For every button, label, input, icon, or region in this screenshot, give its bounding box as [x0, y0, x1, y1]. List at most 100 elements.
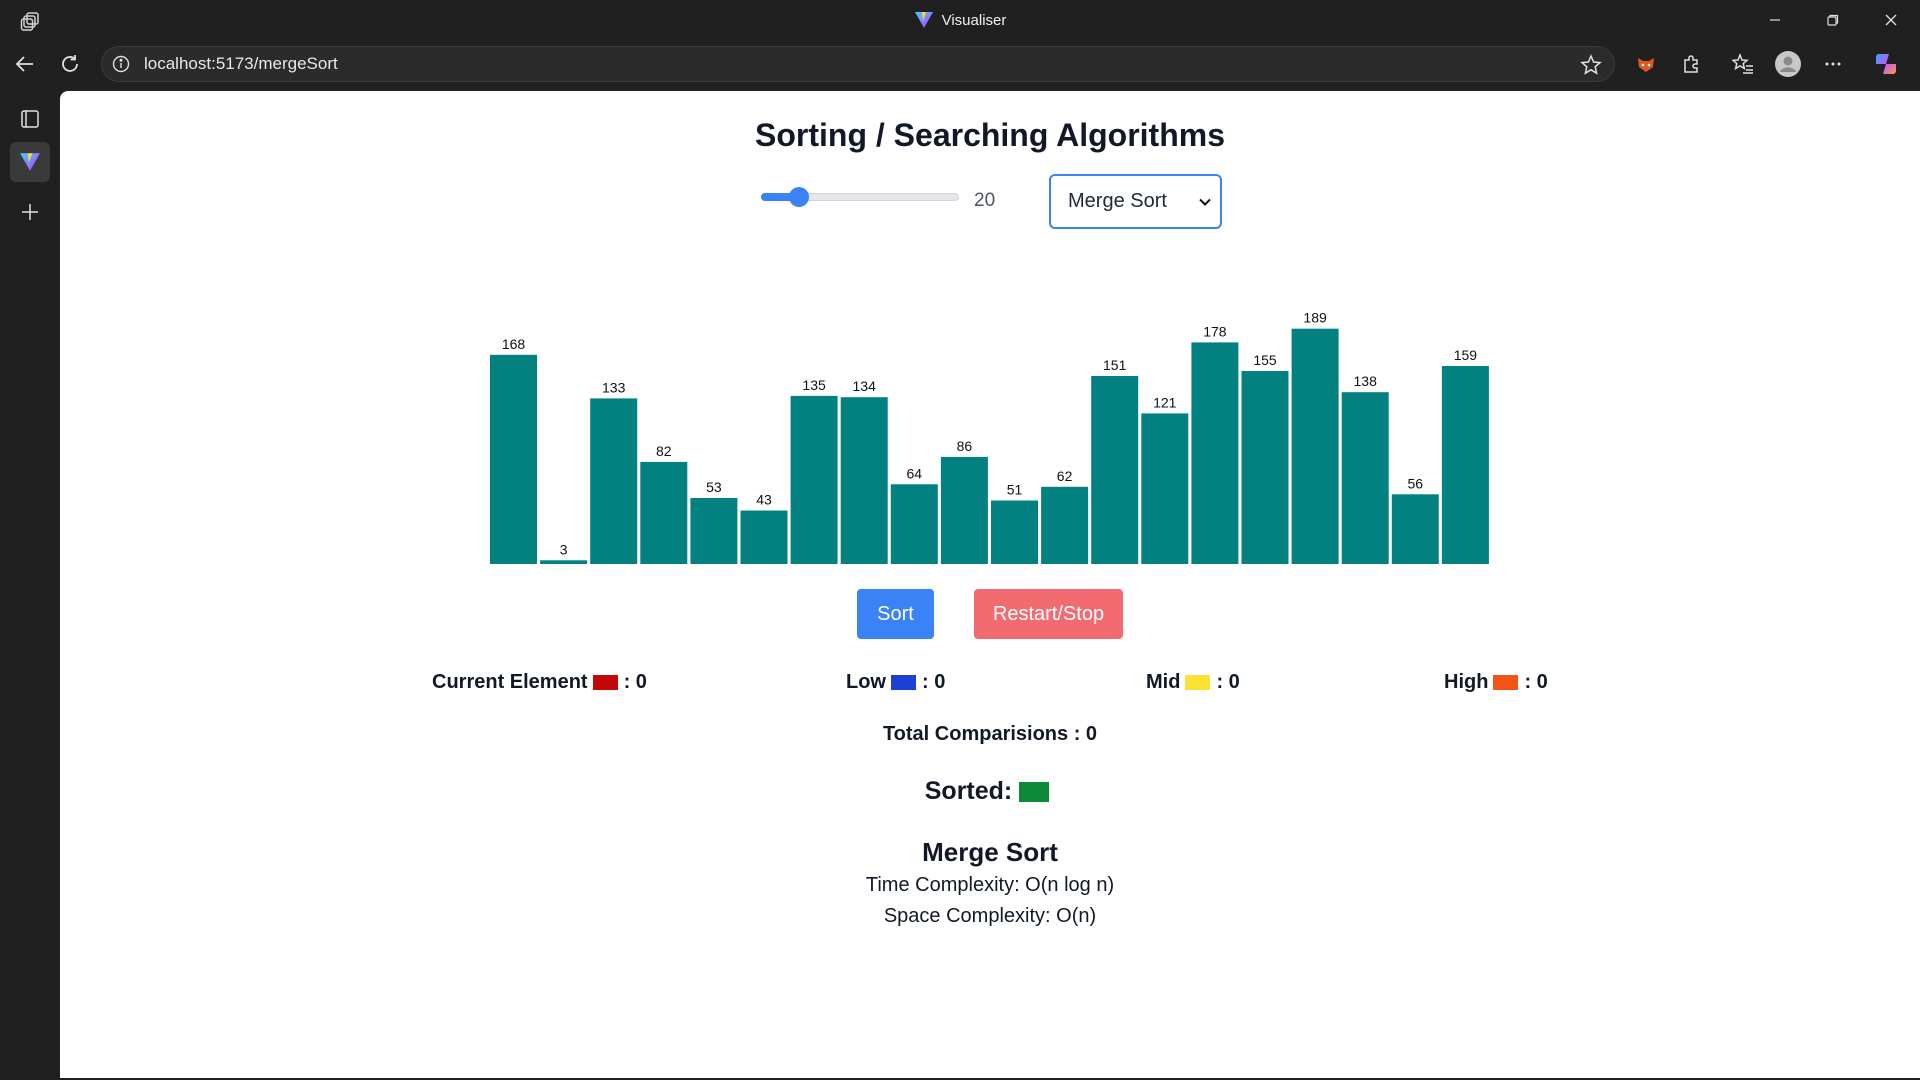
bar-10 — [991, 500, 1038, 564]
bar-label-5: 43 — [756, 492, 772, 508]
profile-avatar-icon — [1775, 51, 1801, 77]
navigation-bar: localhost:5173/mergeSort — [0, 40, 1920, 89]
restore-button[interactable] — [1805, 0, 1861, 40]
bar-label-14: 178 — [1203, 323, 1227, 339]
legend-current-swatch — [592, 674, 618, 690]
bar-18 — [1391, 494, 1439, 564]
bar-11 — [1041, 486, 1089, 564]
space-complexity: Space Complexity: O(n) — [883, 905, 1097, 927]
browser-sidebar — [0, 89, 60, 1080]
bar-label-17: 138 — [1354, 373, 1378, 389]
favorite-star-icon[interactable] — [1580, 54, 1602, 76]
legend-low-label: Low — [846, 670, 886, 693]
more-options-button[interactable] — [1815, 46, 1851, 82]
bar-label-0: 168 — [502, 336, 526, 352]
plus-icon — [22, 204, 38, 220]
legend-low-value: : 0 — [922, 670, 946, 693]
close-icon — [1885, 14, 1897, 26]
refresh-button[interactable] — [52, 46, 88, 82]
refresh-icon — [62, 55, 78, 72]
tab-actions-icon — [21, 110, 39, 128]
legend-mid-label: Mid — [1146, 670, 1181, 693]
favorites-list-icon — [1732, 53, 1753, 74]
bar-6 — [790, 395, 838, 564]
legend-high: High : 0 — [1444, 669, 1548, 695]
bar-19 — [1441, 366, 1489, 564]
back-button[interactable] — [7, 46, 43, 82]
bar-label-4: 53 — [706, 479, 722, 495]
profile-button[interactable] — [1770, 46, 1806, 82]
vite-logo-icon — [914, 12, 933, 28]
tab-visualiser[interactable] — [10, 142, 50, 182]
sorted-swatch — [1019, 781, 1050, 802]
legend-current-label: Current Element — [432, 670, 588, 693]
bar-label-7: 134 — [853, 378, 877, 394]
sorted-label: Sorted: — [924, 777, 1013, 805]
bar-label-19: 159 — [1454, 347, 1478, 363]
legend-high-swatch — [1493, 674, 1519, 690]
bar-0 — [490, 354, 537, 564]
bar-chart: 168 3 133 82 53 43 135 134 64 86 51 62 151 121 178 155 1… — [490, 310, 1489, 564]
legend-low: Low : 0 — [846, 669, 945, 695]
bar-1 — [540, 560, 588, 564]
bar-label-9: 86 — [957, 438, 973, 454]
bar-label-3: 82 — [656, 443, 672, 459]
sorted-legend: Sorted: — [60, 777, 1920, 806]
legend-mid-swatch — [1185, 674, 1211, 690]
bar-label-12: 151 — [1103, 357, 1127, 373]
bar-15 — [1241, 371, 1289, 564]
copilot-button[interactable] — [1868, 46, 1904, 82]
window-title-text: Visualiser — [941, 11, 1007, 29]
restart-stop-button[interactable]: Restart/Stop — [974, 589, 1123, 639]
bar-12 — [1091, 376, 1139, 564]
bar-8 — [890, 484, 938, 564]
legend-high-label: High — [1444, 670, 1489, 693]
restore-icon — [1827, 14, 1839, 26]
bar-label-1: 3 — [560, 541, 568, 557]
favorites-button[interactable] — [1725, 46, 1761, 82]
bar-label-13: 121 — [1153, 394, 1177, 410]
bar-label-6: 135 — [802, 377, 826, 393]
legend-mid-value: : 0 — [1216, 670, 1240, 693]
bar-4 — [690, 498, 738, 564]
url-text[interactable]: localhost:5173/mergeSort — [144, 47, 338, 81]
bar-17 — [1341, 392, 1389, 564]
back-arrow-icon — [15, 56, 33, 72]
site-info-icon[interactable] — [112, 55, 130, 73]
legend-high-value: : 0 — [1524, 670, 1548, 693]
bar-label-15: 155 — [1253, 352, 1277, 368]
tab-actions-button[interactable] — [10, 99, 50, 139]
bar-label-18: 56 — [1408, 475, 1424, 491]
extension-fox-icon — [1638, 58, 1654, 72]
time-complexity: Time Complexity: O(n log n) — [865, 874, 1115, 896]
sort-button[interactable]: Sort — [857, 589, 934, 639]
minimize-icon — [1770, 19, 1780, 21]
bar-label-11: 62 — [1057, 468, 1073, 484]
legend-mid: Mid : 0 — [1146, 669, 1240, 695]
bar-2 — [590, 398, 638, 564]
extensions-button[interactable] — [1673, 46, 1709, 82]
page-content: Sorting / Searching Algorithms 20 Merge … — [60, 91, 1920, 1078]
bar-13 — [1141, 413, 1189, 564]
extension-button[interactable] — [1628, 46, 1664, 82]
bar-16 — [1291, 328, 1339, 564]
close-window-button[interactable] — [1863, 0, 1919, 40]
algorithm-name: Merge Sort — [922, 837, 1058, 867]
bar-5 — [740, 510, 788, 564]
minimize-button[interactable] — [1747, 0, 1803, 40]
bar-9 — [940, 456, 988, 564]
bar-14 — [1191, 342, 1239, 564]
bar-label-8: 64 — [907, 465, 923, 481]
copilot-icon — [1875, 53, 1896, 74]
title-bar: Visualiser — [0, 0, 1920, 40]
window-title: Visualiser — [0, 0, 1920, 40]
new-tab-button[interactable] — [10, 192, 50, 232]
bar-7 — [840, 397, 888, 564]
bar-label-16: 189 — [1303, 310, 1327, 326]
address-bar[interactable]: localhost:5173/mergeSort — [101, 46, 1615, 82]
more-dots-icon — [1825, 62, 1841, 66]
bar-label-10: 51 — [1007, 482, 1023, 498]
bar-3 — [640, 461, 688, 564]
bar-label-2: 133 — [602, 379, 626, 395]
legend-current-value: : 0 — [623, 670, 647, 693]
